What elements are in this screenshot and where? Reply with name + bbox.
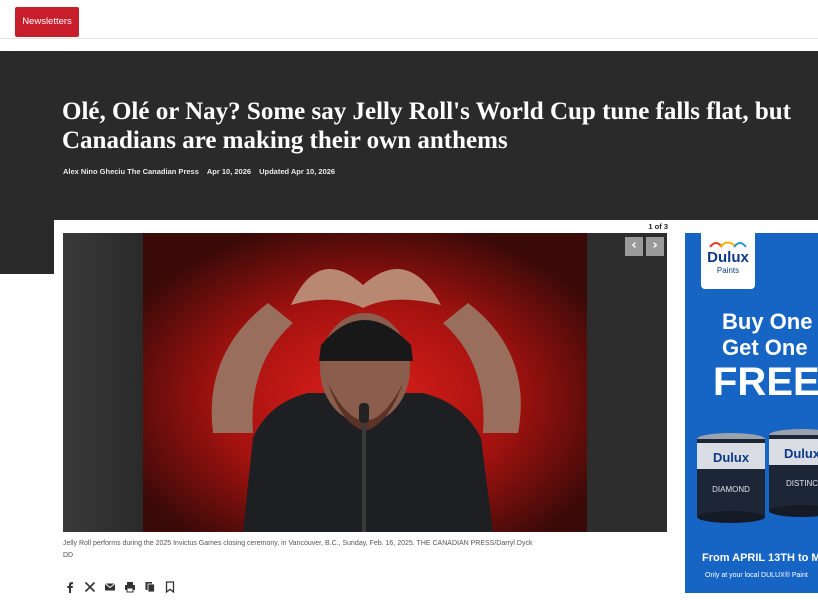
- facebook-icon[interactable]: [64, 581, 76, 593]
- share-toolbar: [64, 580, 176, 594]
- can1-label: DIAMOND: [712, 485, 750, 494]
- byline: Alex Nino Gheciu The Canadian Press Apr 1…: [63, 167, 343, 176]
- gallery-photo[interactable]: [63, 233, 667, 532]
- print-icon[interactable]: [124, 581, 136, 593]
- dulux-logo: Dulux Paints: [701, 233, 755, 289]
- copy-icon[interactable]: [144, 581, 156, 593]
- ad-brand-sub: Paints: [716, 266, 740, 275]
- ad-note: Only at your local DULUX® Paint: [705, 572, 808, 579]
- can2-brand: Dulux: [784, 446, 818, 461]
- gallery-next-button[interactable]: ›: [646, 237, 664, 256]
- ad-date-line: From APRIL 13TH to MA: [702, 552, 818, 564]
- caption-credit: DD: [63, 552, 74, 559]
- can1-brand: Dulux: [713, 450, 750, 465]
- caption-text: Jelly Roll performs during the 2025 Invi…: [63, 540, 533, 547]
- article-headline: Olé, Olé or Nay? Some say Jelly Roll's W…: [62, 98, 791, 154]
- dulux-advertisement[interactable]: Dulux Paints Buy One Get One FREE Dulux …: [685, 233, 818, 593]
- published-date: Apr 10, 2026: [206, 167, 252, 176]
- newsletters-button[interactable]: Newsletters: [15, 7, 79, 37]
- x-icon[interactable]: [84, 581, 96, 593]
- email-icon[interactable]: [104, 581, 116, 593]
- ad-headline-3: FREE: [713, 360, 818, 404]
- gallery-counter: 1 of 3: [648, 222, 668, 231]
- photo-caption: Jelly Roll performs during the 2025 Invi…: [63, 538, 583, 562]
- ad-brand: Dulux: [707, 249, 749, 266]
- author[interactable]: Alex Nino Gheciu The Canadian Press: [63, 167, 199, 176]
- gallery-prev-button[interactable]: ‹: [625, 237, 643, 256]
- chevron-left-icon: ‹: [631, 238, 637, 253]
- paint-cans-image: Dulux DIAMOND Dulux DISTINC: [697, 429, 818, 523]
- ad-headline-2: Get One: [722, 335, 808, 360]
- top-bar: Newsletters: [0, 0, 818, 39]
- dulux-flourish-icon: [709, 241, 747, 248]
- chevron-right-icon: ›: [652, 238, 658, 253]
- bookmark-icon[interactable]: [164, 581, 176, 593]
- can2-label: DISTINC: [786, 479, 818, 488]
- updated-date: Updated Apr 10, 2026: [259, 167, 336, 176]
- ad-headline-1: Buy One: [722, 309, 813, 334]
